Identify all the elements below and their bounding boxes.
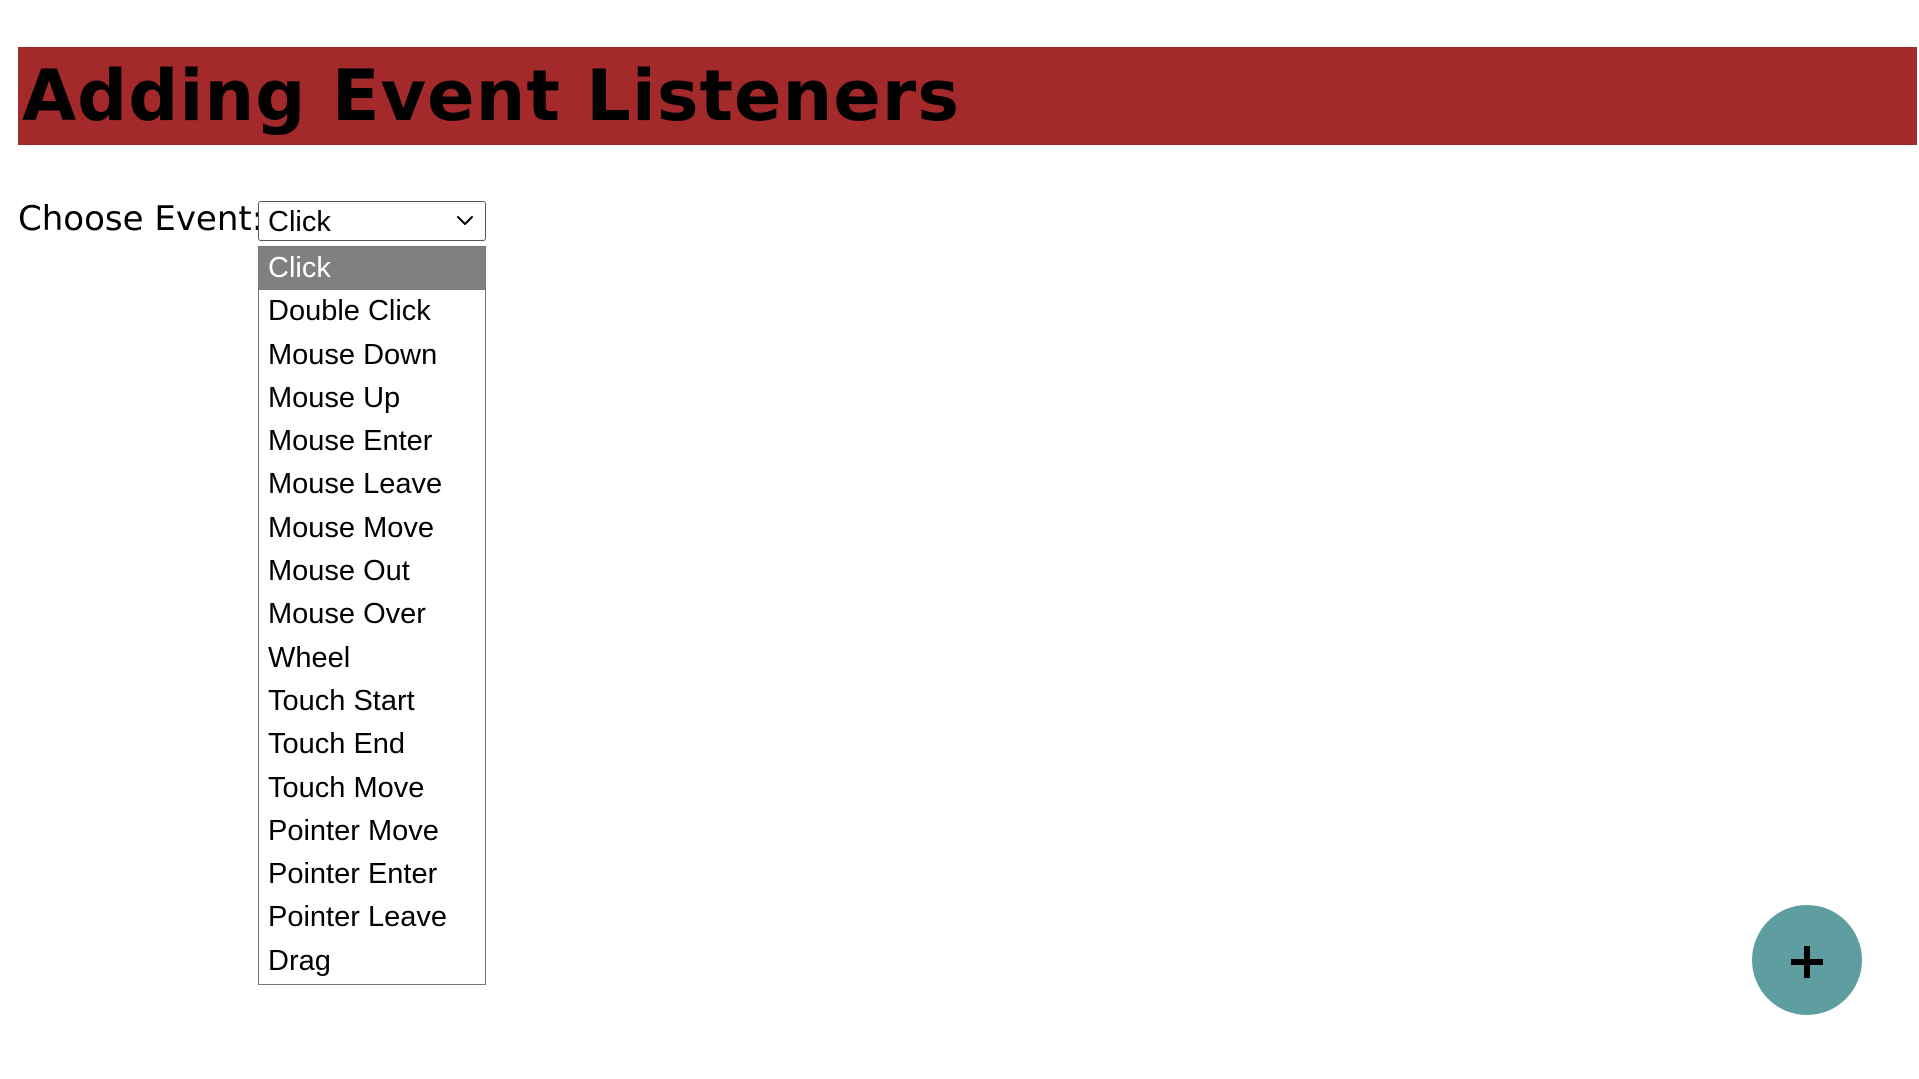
page-title: Adding Event Listeners — [22, 55, 960, 137]
event-picker-label: Choose Event: — [18, 199, 264, 239]
event-option-mouse-over[interactable]: Mouse Over — [259, 593, 485, 636]
event-option-touch-start[interactable]: Touch Start — [259, 680, 485, 723]
event-option-touch-move[interactable]: Touch Move — [259, 767, 485, 810]
event-options-list: Click Double Click Mouse Down Mouse Up M… — [258, 246, 486, 985]
event-option-click[interactable]: Click — [259, 247, 485, 291]
event-option-drag[interactable]: Drag — [259, 940, 485, 983]
add-button[interactable] — [1752, 905, 1862, 1015]
plus-icon — [1791, 946, 1823, 978]
page: Adding Event Listeners Choose Event: Cli… — [0, 0, 1919, 1079]
event-option-pointer-enter[interactable]: Pointer Enter — [259, 853, 485, 896]
event-option-pointer-leave[interactable]: Pointer Leave — [259, 896, 485, 939]
event-option-pointer-move[interactable]: Pointer Move — [259, 810, 485, 853]
event-select-value: Click — [268, 206, 331, 238]
event-option-mouse-up[interactable]: Mouse Up — [259, 377, 485, 420]
chevron-down-icon — [457, 216, 473, 225]
event-option-wheel[interactable]: Wheel — [259, 637, 485, 680]
event-option-mouse-move[interactable]: Mouse Move — [259, 507, 485, 550]
page-header: Adding Event Listeners — [18, 47, 1917, 145]
event-option-mouse-out[interactable]: Mouse Out — [259, 550, 485, 593]
event-option-mouse-enter[interactable]: Mouse Enter — [259, 420, 485, 463]
event-option-mouse-leave[interactable]: Mouse Leave — [259, 463, 485, 506]
event-option-double-click[interactable]: Double Click — [259, 290, 485, 333]
event-option-mouse-down[interactable]: Mouse Down — [259, 334, 485, 377]
event-select[interactable]: Click — [258, 201, 486, 241]
event-option-touch-end[interactable]: Touch End — [259, 723, 485, 766]
